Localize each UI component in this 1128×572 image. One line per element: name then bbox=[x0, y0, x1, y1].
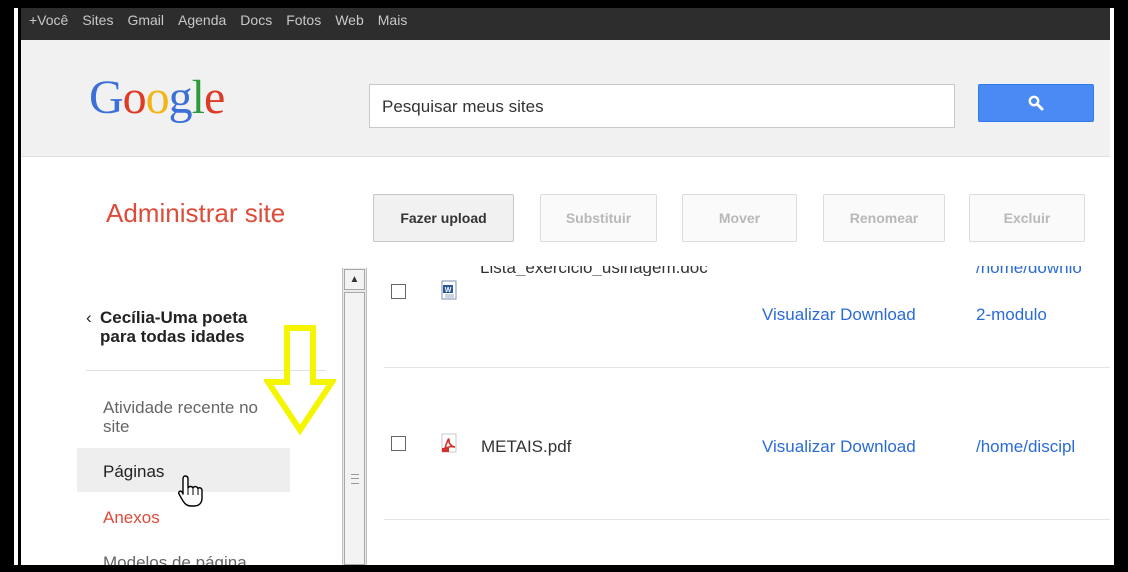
sidebar-item-pages-label[interactable]: Páginas bbox=[103, 462, 164, 482]
delete-button[interactable]: Excluir bbox=[969, 194, 1085, 242]
file-location-link[interactable]: 2-modulo bbox=[976, 305, 1047, 325]
site-name-line2: para todas idades bbox=[100, 327, 245, 346]
nav-item-plus-voce[interactable]: +Você bbox=[29, 12, 68, 28]
row-divider bbox=[384, 519, 1110, 520]
logo-letter-o1: o bbox=[122, 71, 147, 124]
sidebar-item-page-templates[interactable]: Modelos de página bbox=[103, 548, 247, 565]
page-title: Administrar site bbox=[106, 198, 286, 228]
row-divider bbox=[384, 367, 1110, 368]
sidebar-site-back-link[interactable]: ‹ Cecília-Uma poeta para todas idades bbox=[86, 308, 247, 346]
nav-item-mais[interactable]: Mais bbox=[378, 12, 408, 28]
hand-pointer-cursor-icon bbox=[178, 475, 203, 507]
nav-item-sites[interactable]: Sites bbox=[82, 12, 113, 28]
google-top-bar: +Você Sites Gmail Agenda Docs Fotos Web … bbox=[21, 8, 1110, 40]
caret-up-icon: ▲ bbox=[349, 274, 360, 285]
nav-item-web[interactable]: Web bbox=[335, 12, 364, 28]
google-top-nav: +Você Sites Gmail Agenda Docs Fotos Web … bbox=[29, 12, 407, 28]
sidebar-item-label-line2: site bbox=[103, 417, 130, 436]
sidebar-item-attachments[interactable]: Anexos bbox=[103, 508, 160, 528]
sidebar-item-recent-activity[interactable]: Atividade recente no site bbox=[103, 398, 283, 436]
upload-button[interactable]: Fazer upload bbox=[373, 194, 514, 242]
file-name[interactable]: METAIS.pdf bbox=[481, 437, 571, 457]
svg-text:W: W bbox=[445, 287, 452, 294]
annotation-arrow-down-icon bbox=[264, 325, 336, 436]
search-icon bbox=[1028, 95, 1044, 111]
search-input[interactable]: Pesquisar meus sites bbox=[369, 84, 955, 128]
file-location-link[interactable]: /home/discipl bbox=[976, 437, 1075, 457]
frame-border-bottom bbox=[0, 565, 1128, 572]
frame-border-left bbox=[0, 0, 14, 572]
logo-letter-o2: o bbox=[145, 71, 170, 124]
nav-item-fotos[interactable]: Fotos bbox=[286, 12, 321, 28]
file-checkbox[interactable] bbox=[391, 284, 406, 299]
logo-letter-e: e bbox=[204, 71, 225, 124]
nav-item-agenda[interactable]: Agenda bbox=[178, 12, 226, 28]
rename-button[interactable]: Renomear bbox=[823, 194, 945, 242]
logo-letter-l: l bbox=[191, 71, 205, 124]
move-button[interactable]: Mover bbox=[682, 194, 797, 242]
file-actions-link[interactable]: Visualizar Download bbox=[762, 305, 916, 325]
nav-item-gmail[interactable]: Gmail bbox=[127, 12, 164, 28]
site-name-line1: Cecília-Uma poeta bbox=[100, 308, 248, 327]
frame-border-right-gap bbox=[1110, 8, 1114, 565]
scrollbar-thumb[interactable] bbox=[344, 292, 365, 565]
file-actions-link[interactable]: Visualizar Download bbox=[762, 437, 916, 457]
sidebar-item-label-line1: Atividade recente no bbox=[103, 398, 258, 417]
google-logo[interactable]: Google bbox=[89, 71, 225, 124]
file-name[interactable]: Lista_exercicio_usinagem.doc bbox=[480, 266, 708, 276]
replace-button[interactable]: Substituir bbox=[540, 194, 657, 242]
file-checkbox[interactable] bbox=[391, 436, 406, 451]
search-button[interactable] bbox=[978, 84, 1094, 122]
scrollbar-grip-icon bbox=[351, 474, 359, 484]
scroll-up-button[interactable]: ▲ bbox=[344, 269, 365, 290]
chevron-left-icon: ‹ bbox=[86, 308, 92, 327]
file-location-partial[interactable]: /home/downlo bbox=[976, 266, 1082, 276]
header: Google Pesquisar meus sites bbox=[21, 40, 1110, 157]
frame-border-right bbox=[1114, 0, 1128, 572]
file-row-top-clipped: Lista_exercicio_usinagem.doc /home/downl… bbox=[384, 266, 1110, 276]
pdf-icon bbox=[441, 433, 457, 453]
scrollbar-grip-line bbox=[351, 478, 359, 479]
nav-item-docs[interactable]: Docs bbox=[240, 12, 272, 28]
logo-letter-g: G bbox=[89, 71, 124, 124]
word-doc-icon: W bbox=[441, 280, 457, 300]
frame-border-top bbox=[0, 0, 1128, 8]
logo-letter-g2: g bbox=[168, 71, 193, 124]
